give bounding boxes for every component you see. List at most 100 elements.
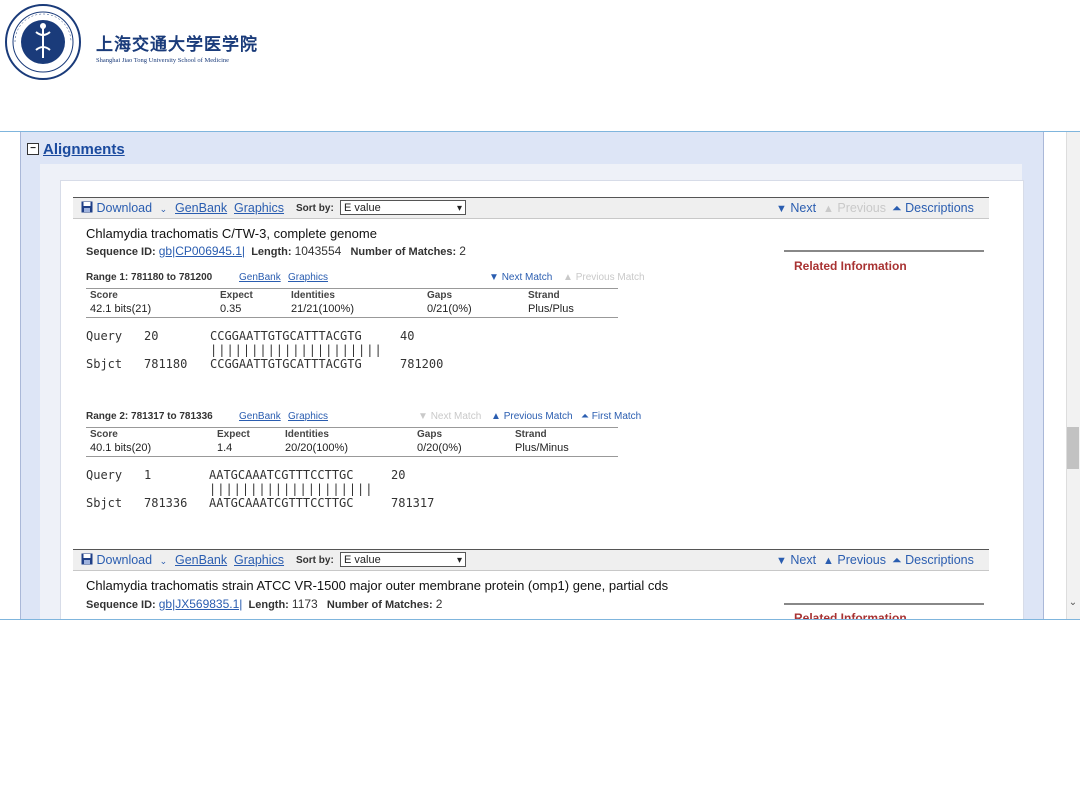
- query-start: 1: [144, 468, 152, 482]
- sbjct-sequence: AATGCAAATCGTTTCCTTGC: [209, 496, 354, 510]
- chevron-down-icon: ⌄: [159, 556, 168, 566]
- section-title[interactable]: Alignments: [43, 141, 125, 158]
- hit-title: Chlamydia trachomatis strain ATCC VR-150…: [86, 578, 669, 593]
- length-value: 1043554: [294, 244, 342, 258]
- seq-id-link[interactable]: gb|CP006945.1|: [159, 244, 245, 258]
- descriptions-label: Descriptions: [905, 201, 974, 215]
- stats-rule-bottom: [86, 317, 618, 318]
- hit-toolbar: Download ⌄ GenBank Graphics Sort by: E v…: [73, 549, 989, 571]
- sbjct-end: 781200: [400, 357, 444, 371]
- matches-value: 2: [459, 244, 466, 258]
- match-bars: |||||||||||||||||||||: [210, 343, 383, 357]
- length-value: 1173: [291, 597, 318, 611]
- scrollbar-thumb[interactable]: [1067, 427, 1079, 469]
- next-label: Next: [790, 553, 817, 567]
- sort-value: E value: [344, 554, 381, 566]
- stat-header: Strand: [528, 290, 560, 301]
- sort-label: Sort by:: [296, 203, 334, 214]
- collapse-toggle-icon[interactable]: −: [27, 143, 39, 155]
- next-match-label: Next Match: [501, 272, 553, 283]
- stat-header: Gaps: [427, 290, 453, 301]
- range-graphics-link[interactable]: Graphics: [288, 411, 328, 422]
- stat-value: 0/20(0%): [417, 442, 462, 454]
- download-menu[interactable]: Download ⌄: [81, 553, 167, 567]
- first-match-link[interactable]: ⏶ First Match: [581, 411, 641, 422]
- first-match-label: First Match: [591, 411, 642, 422]
- previous-label: Previous: [837, 553, 887, 567]
- stat-value: 20/20(100%): [285, 442, 348, 454]
- query-label: Query: [86, 329, 123, 343]
- matches-label: Number of Matches:: [326, 599, 433, 611]
- descriptions-label: Descriptions: [905, 553, 974, 567]
- sort-select[interactable]: E value ▾: [340, 200, 466, 215]
- related-divider: [784, 250, 984, 252]
- stat-header: Expect: [217, 429, 250, 440]
- match-bars: ||||||||||||||||||||: [209, 482, 374, 496]
- seq-id-link[interactable]: gb|JX569835.1|: [159, 597, 243, 611]
- genbank-link[interactable]: GenBank: [175, 553, 227, 567]
- related-information-heading: Related Information: [794, 611, 907, 620]
- stat-header: Gaps: [417, 429, 443, 440]
- range-label: Range 1: 781180 to 781200: [86, 272, 213, 283]
- download-menu[interactable]: Download ⌄: [81, 201, 167, 215]
- query-label: Query: [86, 468, 123, 482]
- university-name: 上海交通大学医学院 Shanghai Jiao Tong University …: [96, 30, 258, 64]
- disk-icon: [81, 553, 96, 567]
- range-label: Range 2: 781317 to 781336: [86, 411, 213, 422]
- triangle-up-icon: ▲: [823, 555, 834, 567]
- next-label: Next: [790, 201, 817, 215]
- descriptions-link[interactable]: ⏶ Descriptions: [892, 553, 974, 568]
- stat-value: 40.1 bits(20): [90, 442, 152, 454]
- range-genbank-link[interactable]: GenBank: [239, 272, 281, 283]
- download-label: Download: [96, 553, 153, 567]
- previous-match-link[interactable]: ▲ Previous Match: [491, 411, 573, 422]
- next-match-link[interactable]: ▼ Next Match: [489, 272, 552, 283]
- triangle-down-icon: ▼: [776, 555, 787, 567]
- triangle-up-icon: ▲: [491, 411, 501, 422]
- blast-results-screenshot: − Alignments Download ⌄ GenBank Graphics…: [0, 131, 1080, 620]
- previous-match-link: ▲ Previous Match: [563, 272, 645, 283]
- triangle-down-icon: ▼: [489, 272, 499, 283]
- select-arrow-icon: ▾: [456, 555, 462, 566]
- graphics-link[interactable]: Graphics: [234, 201, 284, 215]
- next-link[interactable]: ▼ Next: [776, 201, 816, 215]
- triangle-down-icon: ▼: [776, 203, 787, 215]
- related-divider: [784, 603, 984, 605]
- vertical-scrollbar[interactable]: [1066, 132, 1080, 619]
- query-end: 40: [400, 329, 415, 343]
- stat-value: 21/21(100%): [291, 303, 354, 315]
- previous-match-label: Previous Match: [503, 411, 573, 422]
- sort-select[interactable]: E value ▾: [340, 552, 466, 567]
- sequence-info: Sequence ID: gb|JX569835.1| Length: 1173…: [86, 597, 442, 611]
- seq-id-label: Sequence ID:: [86, 599, 156, 611]
- select-arrow-icon: ▾: [456, 203, 462, 214]
- triangle-down-icon: ▼: [418, 411, 428, 422]
- matches-label: Number of Matches:: [350, 246, 457, 258]
- next-match-label: Next Match: [430, 411, 482, 422]
- stat-value: Plus/Minus: [515, 442, 569, 454]
- graphics-link[interactable]: Graphics: [234, 553, 284, 567]
- sbjct-start: 781336: [144, 496, 188, 510]
- sequence-info: Sequence ID: gb|CP006945.1| Length: 1043…: [86, 244, 466, 258]
- next-link[interactable]: ▼ Next: [776, 553, 816, 567]
- previous-link: ▲ Previous: [823, 201, 886, 215]
- previous-match-label: Previous Match: [575, 272, 645, 283]
- query-sequence: AATGCAAATCGTTTCCTTGC: [209, 468, 354, 482]
- stat-header: Identities: [291, 290, 335, 301]
- stat-header: Score: [90, 290, 118, 301]
- range-genbank-link[interactable]: GenBank: [239, 411, 281, 422]
- triangle-up-icon: ▲: [563, 272, 573, 283]
- university-seal-logo: [5, 4, 81, 80]
- previous-link[interactable]: ▲ Previous: [823, 553, 886, 567]
- sbjct-sequence: CCGGAATTGTGCATTTACGTG: [210, 357, 362, 371]
- disk-icon: [81, 201, 96, 215]
- range-graphics-link[interactable]: Graphics: [288, 272, 328, 283]
- related-information-heading: Related Information: [794, 259, 907, 273]
- matches-value: 2: [435, 597, 443, 611]
- scroll-down-icon[interactable]: ⌄: [1067, 597, 1079, 611]
- descriptions-link[interactable]: ⏶ Descriptions: [892, 201, 974, 216]
- next-match-link: ▼ Next Match: [418, 411, 481, 422]
- genbank-link[interactable]: GenBank: [175, 201, 227, 215]
- stat-value: Plus/Plus: [528, 303, 574, 315]
- length-label: Length:: [248, 599, 289, 611]
